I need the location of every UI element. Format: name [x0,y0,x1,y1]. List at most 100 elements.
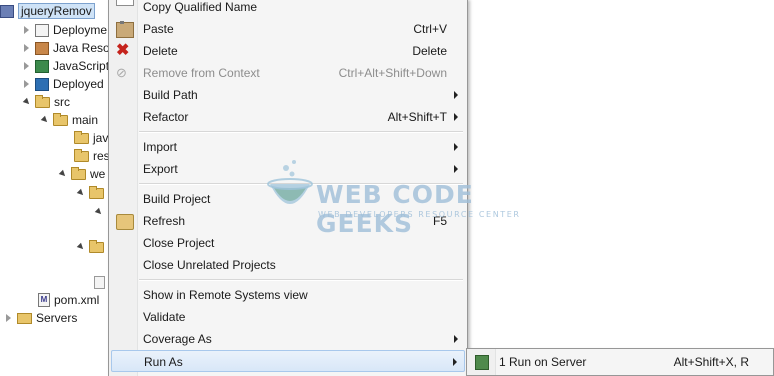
expand-arrow-icon[interactable] [6,314,11,322]
menu-item-label: Close Unrelated Projects [143,258,276,272]
menu-item-shortcut: Alt+Shift+T [387,110,447,124]
tree-item-servers[interactable]: Servers [4,309,77,327]
submenu-arrow-icon [454,113,458,121]
menu-separator [139,279,463,281]
submenu-arrow-icon [454,91,458,99]
tree-item-label: main [72,113,99,127]
tree-item-label: Servers [36,311,78,325]
run-as-submenu: 1 Run on Server Alt+Shift+X, R [466,348,774,376]
tree-item-src[interactable]: src [22,93,70,111]
submenu-arrow-icon [453,358,457,366]
expand-arrow-icon[interactable] [24,44,29,52]
collapse-arrow-icon[interactable] [94,207,104,217]
folder-icon [89,185,104,199]
watermark-title: WEB CODE GEEKS [316,180,474,238]
menu-item-refactor[interactable]: Refactor Alt+Shift+T [111,106,465,128]
menu-item-copy-qualified-name[interactable]: Copy Qualified Name [111,0,465,18]
watermark-logo: WEB CODE GEEKS WEB DEVELOPERS RESOURCE C… [262,150,522,238]
menu-item-label: Copy Qualified Name [143,0,258,14]
folder-icon [89,239,104,253]
tree-item-project[interactable]: jqueryRemov [0,2,95,20]
menu-item-paste[interactable]: Paste Ctrl+V [111,18,465,40]
menu-item-shortcut: Ctrl+Alt+Shift+Down [338,66,447,80]
expand-arrow-icon[interactable] [24,80,29,88]
tree-item-label: Deployed [53,77,104,91]
collapse-arrow-icon[interactable] [76,242,86,252]
submenu-arrow-icon [454,335,458,343]
tree-item-main[interactable]: main [40,111,98,129]
run-on-server-icon [475,355,489,370]
tree-item-javascript-resources[interactable]: JavaScript [22,57,109,75]
folder-icon [53,112,68,126]
folder-icon [74,130,89,144]
tree-item-java[interactable]: jav [74,129,108,147]
delete-icon: ✖ [116,42,130,59]
menu-item-remove-from-context: ⊘ Remove from Context Ctrl+Alt+Shift+Dow… [111,62,465,84]
tree-item-subfolder[interactable] [76,184,108,202]
expand-arrow-icon[interactable] [24,26,29,34]
menu-item-label: Build Project [143,192,211,206]
menu-item-label: Remove from Context [143,66,260,80]
menu-item-close-unrelated-projects[interactable]: Close Unrelated Projects [111,254,465,276]
tree-item-subfolder-2[interactable] [76,238,108,256]
collapse-arrow-icon[interactable] [58,169,68,179]
tree-item-label: JavaScript [53,59,110,73]
menu-item-label: 1 Run on Server [499,355,587,369]
webcodegeeks-logo-icon [267,160,313,204]
tree-item-file[interactable] [94,273,109,291]
menu-item-label: Import [143,140,178,154]
menu-item-show-in-remote-systems[interactable]: Show in Remote Systems view [111,284,465,306]
menu-item-label: Close Project [143,236,215,250]
menu-item-delete[interactable]: ✖ Delete Delete [111,40,465,62]
project-icon [0,4,14,18]
remove-context-icon: ⊘ [116,65,127,80]
expand-arrow-icon[interactable] [24,62,29,70]
menu-item-coverage-as[interactable]: Coverage As [111,328,465,350]
menu-item-shortcut: Alt+Shift+X, R [673,355,749,369]
folder-icon [35,94,50,108]
menu-item-label: Validate [143,310,186,324]
menu-item-label: Run As [144,355,183,369]
folder-icon [74,148,89,162]
folder-icon [71,166,86,180]
menu-item-run-on-server[interactable]: 1 Run on Server Alt+Shift+X, R [469,351,771,373]
tree-item-label: jqueryRemov [18,3,95,19]
file-icon [94,275,105,289]
menu-item-build-path[interactable]: Build Path [111,84,465,106]
tree-item-label: pom.xml [54,293,100,307]
collapse-arrow-icon[interactable] [40,115,50,125]
tree-item-nested[interactable] [94,203,107,221]
maven-pom-icon: M [38,293,50,307]
tree-item-label: Deployme [53,23,108,37]
tree-item-resources[interactable]: res [74,147,110,165]
folder-icon [17,312,32,324]
javascript-resources-icon [35,59,49,73]
menu-item-label: Show in Remote Systems view [143,288,308,302]
tree-item-webapp[interactable]: we [58,165,105,183]
menu-item-validate[interactable]: Validate [111,306,465,328]
menu-item-label: Delete [143,44,178,58]
menu-item-label: Coverage As [143,332,212,346]
collapse-arrow-icon[interactable] [76,188,86,198]
project-explorer-tree: jqueryRemov Deployme Java Reso JavaScrip… [0,0,110,376]
tree-item-label: src [54,95,70,109]
deployment-descriptor-icon [35,23,49,37]
refresh-icon [116,214,134,230]
paste-icon [116,21,134,38]
copy-icon [116,0,134,6]
menu-separator [139,131,463,133]
menu-item-label: Refresh [143,214,186,228]
menu-item-shortcut: Ctrl+V [413,22,447,36]
tree-item-label: jav [93,131,109,145]
menu-item-label: Build Path [143,88,198,102]
tree-item-label: we [90,167,106,181]
tree-item-label: Java Reso [53,41,110,55]
deployed-resources-icon [35,77,49,91]
tree-item-pom[interactable]: M pom.xml [38,291,99,309]
collapse-arrow-icon[interactable] [22,97,32,107]
tree-item-deployed-resources[interactable]: Deployed [22,75,104,93]
menu-item-run-as[interactable]: Run As [111,350,465,372]
menu-item-shortcut: Delete [412,44,447,58]
tree-item-deployment-descriptor[interactable]: Deployme [22,21,107,39]
tree-item-java-resources[interactable]: Java Reso [22,39,110,57]
